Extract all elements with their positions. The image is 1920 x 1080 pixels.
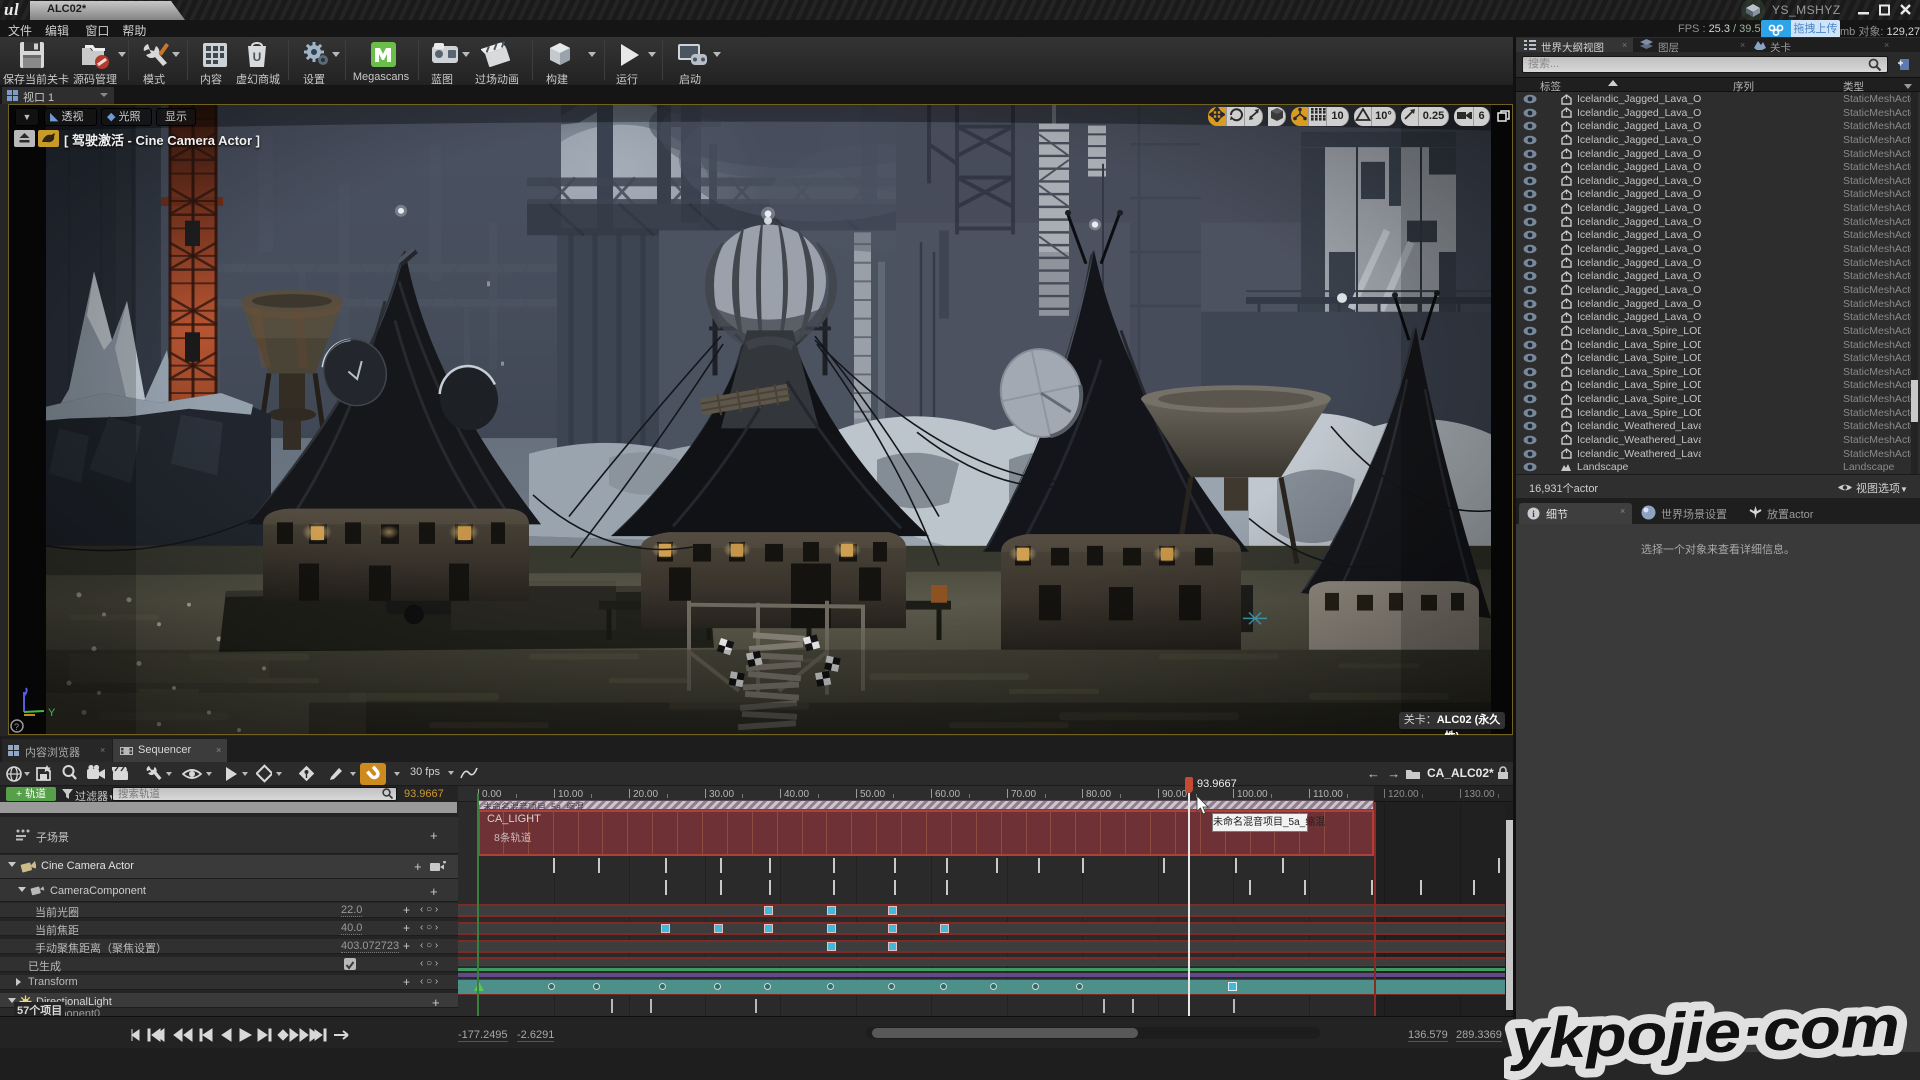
svg-text:U: U — [253, 50, 262, 64]
svg-text:ykpojie·com: ykpojie·com — [1507, 994, 1900, 1073]
svg-text:?: ? — [14, 722, 19, 732]
svg-text:Y: Y — [48, 707, 56, 719]
